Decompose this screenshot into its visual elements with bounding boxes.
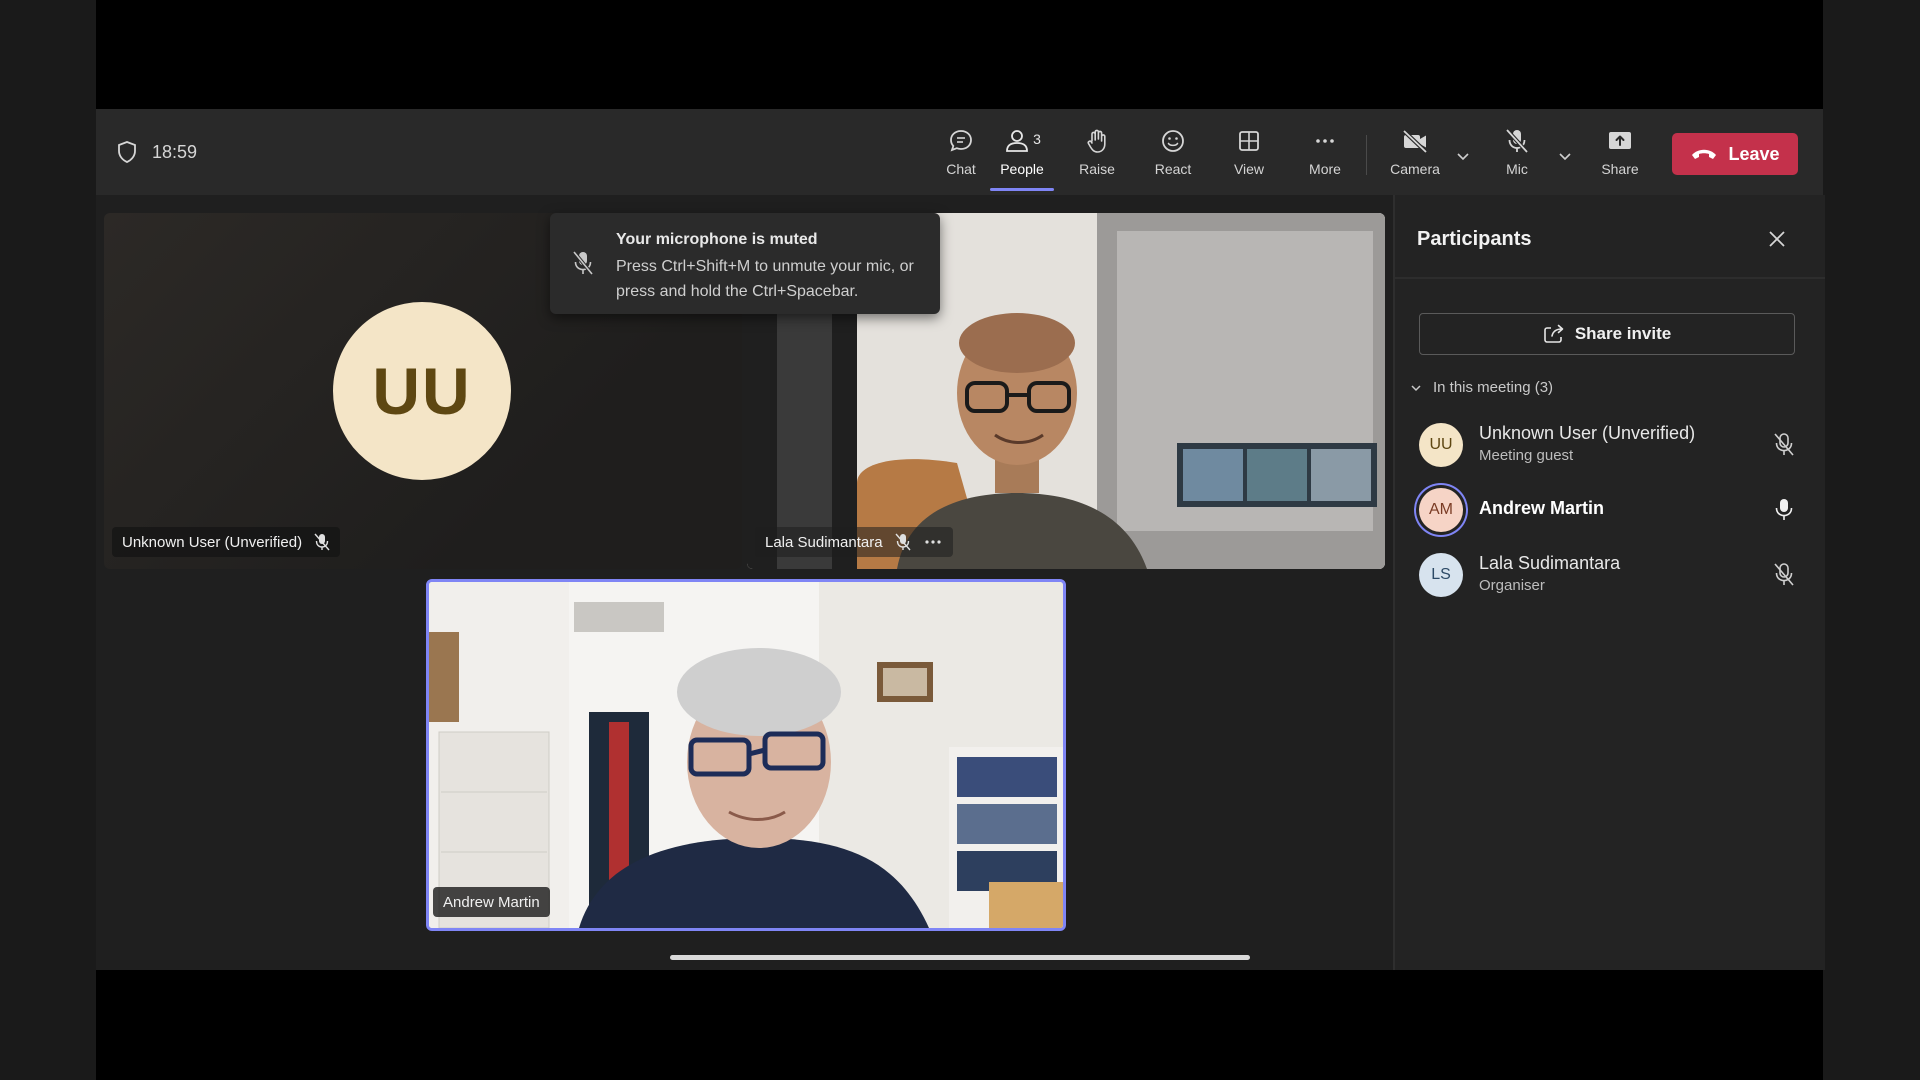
- view-label: View: [1233, 161, 1265, 177]
- people-icon: [1006, 130, 1028, 152]
- toolbar-divider: [1366, 135, 1367, 175]
- chat-label: Chat: [946, 161, 976, 177]
- react-button[interactable]: React: [1138, 127, 1208, 183]
- share-icon: [1544, 324, 1564, 343]
- mic-off-icon: [314, 533, 330, 551]
- mic-options-chevron-icon[interactable]: [1556, 147, 1574, 165]
- panel-divider: [1395, 277, 1825, 279]
- mic-button[interactable]: Mic: [1482, 127, 1552, 183]
- avatar: AM: [1419, 488, 1463, 532]
- participant-name: Unknown User (Unverified): [122, 533, 303, 551]
- participant-name-tag: Unknown User (Unverified): [112, 527, 341, 557]
- people-active-indicator: [990, 188, 1054, 191]
- camera-button[interactable]: Camera: [1380, 127, 1450, 183]
- video-tile-andrew-martin[interactable]: Andrew Martin: [426, 579, 1066, 931]
- in-meeting-section-header[interactable]: In this meeting (3): [1409, 379, 1553, 396]
- react-label: React: [1154, 161, 1192, 177]
- chat-icon: [950, 130, 972, 152]
- mic-off-icon: [1774, 433, 1794, 456]
- panel-title: Participants: [1417, 228, 1532, 250]
- people-count: 3: [1033, 131, 1041, 147]
- leave-button[interactable]: Leave: [1672, 133, 1798, 175]
- camera-off-icon: [1402, 129, 1428, 154]
- participant-row[interactable]: AM Andrew Martin: [1419, 482, 1809, 538]
- meeting-info: 18:59: [116, 109, 197, 195]
- mic-off-icon: [895, 533, 911, 551]
- participant-name-tag: Lala Sudimantara: [755, 527, 953, 557]
- letterbox-left: [0, 0, 96, 1080]
- notification-body: Press Ctrl+Shift+M to unmute your mic, o…: [616, 258, 914, 300]
- notification-title: Your microphone is muted: [616, 231, 818, 248]
- horizontal-scrollbar[interactable]: [670, 955, 1250, 960]
- view-button[interactable]: View: [1214, 127, 1284, 183]
- raise-hand-button[interactable]: Raise: [1062, 127, 1132, 183]
- share-label: Share: [1601, 161, 1639, 177]
- participants-panel: Participants Share invite In this meetin…: [1393, 195, 1825, 970]
- participant-name: Unknown User (Unverified): [1479, 423, 1696, 443]
- mic-off-icon: [572, 251, 594, 275]
- participant-role: Organiser: [1479, 577, 1545, 594]
- phone-hangup-icon: [1692, 149, 1717, 159]
- camera-label: Camera: [1390, 161, 1440, 177]
- more-button[interactable]: More: [1290, 127, 1360, 183]
- participant-role: Meeting guest: [1479, 447, 1574, 464]
- meeting-timer: 18:59: [152, 141, 198, 162]
- avatar: UU: [1419, 423, 1463, 467]
- people-label: People: [1000, 161, 1044, 177]
- section-label: In this meeting (3): [1433, 379, 1554, 396]
- share-invite-label: Share invite: [1574, 324, 1672, 343]
- chevron-down-icon: [1411, 384, 1421, 391]
- leave-label: Leave: [1728, 143, 1780, 164]
- more-icon: [1316, 139, 1334, 143]
- share-invite-button[interactable]: Share invite: [1419, 313, 1795, 355]
- emoji-icon: [1162, 130, 1184, 152]
- mic-muted-notification: Your microphone is muted Press Ctrl+Shif…: [550, 213, 940, 314]
- close-icon[interactable]: [1763, 225, 1791, 253]
- avatar: LS: [1419, 553, 1463, 597]
- participant-name: Lala Sudimantara: [1479, 553, 1621, 573]
- people-button[interactable]: 3 People: [987, 127, 1057, 183]
- participant-name-tag: Andrew Martin: [433, 887, 550, 917]
- hand-icon: [1087, 129, 1106, 153]
- chat-button[interactable]: Chat: [926, 127, 996, 183]
- camera-options-chevron-icon[interactable]: [1454, 147, 1472, 165]
- participant-row[interactable]: UU Unknown User (Unverified) Meeting gue…: [1419, 417, 1809, 473]
- participant-video: [429, 582, 1063, 928]
- share-button[interactable]: Share: [1585, 127, 1655, 183]
- avatar: UU: [333, 302, 511, 480]
- more-label: More: [1309, 161, 1341, 177]
- letterbox-right: [1823, 0, 1920, 1080]
- raise-label: Raise: [1079, 161, 1115, 177]
- participant-row[interactable]: LS Lala Sudimantara Organiser: [1419, 547, 1809, 603]
- mic-off-icon: [1505, 128, 1529, 154]
- share-screen-icon: [1609, 132, 1631, 149]
- more-options-icon[interactable]: [923, 534, 943, 550]
- letterbox-bottom: [0, 970, 1920, 1080]
- mic-icon: [1775, 499, 1793, 520]
- people-icon-group: 3: [1003, 127, 1041, 155]
- meeting-toolbar: 18:59 Chat 3 People Raise React View Mor…: [96, 109, 1823, 195]
- letterbox-top: [0, 0, 1920, 109]
- meeting-window: 18:59 Chat 3 People Raise React View Mor…: [96, 109, 1825, 970]
- participant-name: Lala Sudimantara: [765, 533, 883, 551]
- grid-icon: [1239, 131, 1259, 151]
- participant-name: Andrew Martin: [443, 893, 540, 911]
- mic-label: Mic: [1506, 161, 1528, 177]
- shield-icon[interactable]: [116, 140, 138, 164]
- mic-off-icon: [1774, 563, 1794, 586]
- participant-name: Andrew Martin: [1479, 498, 1605, 518]
